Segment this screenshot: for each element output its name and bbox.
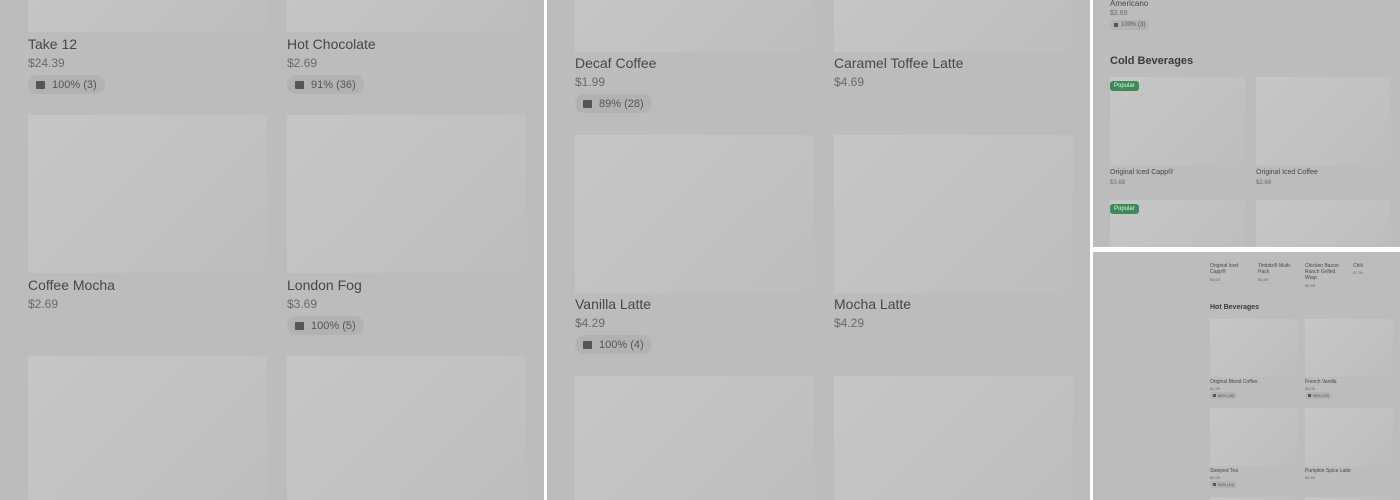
menu-item-image[interactable] [575, 135, 814, 293]
menu-item-price: $2.69 [1110, 10, 1128, 17]
menu-item-name: French Vanilla [1305, 379, 1337, 385]
menu-item-image[interactable] [1305, 319, 1393, 377]
menu-item-name: Original Blend Coffee [1210, 379, 1258, 385]
rating-text: 100% (3) [1121, 22, 1146, 28]
menu-item-name: Original Iced Coffee [1256, 169, 1318, 176]
menu-item-name: Original Iced Capp® [1110, 169, 1174, 176]
rating-text: 91% (36) [311, 78, 356, 91]
menu-item-image[interactable] [834, 376, 1073, 500]
menu-item-name: Hot Chocolate [287, 36, 376, 52]
rating-badge: 100% (4) [575, 335, 652, 354]
thumbs-up-icon [36, 80, 45, 89]
rating-text: 100% (3) [52, 78, 97, 91]
menu-item-image[interactable] [287, 356, 526, 500]
menu-item-price: $24.39 [28, 56, 65, 70]
menu-panel-1: Take 12 $24.39 100% (3) Hot Chocolate $2… [0, 0, 544, 500]
menu-panel-3: Americano $2.69 100% (3) Cold Beverages … [1093, 0, 1400, 247]
rating-badge: 88% (38) [1210, 392, 1238, 399]
menu-item-name: Chicken Bacon Ranch Grilled Wrap [1305, 263, 1339, 281]
menu-item-price: $2.09 [1210, 475, 1221, 480]
menu-item-image[interactable] [834, 135, 1073, 293]
menu-item-image[interactable] [28, 356, 267, 500]
menu-item-price: $3.09 [1305, 386, 1316, 391]
menu-item-image[interactable] [287, 115, 526, 273]
menu-item-price: $4.29 [575, 316, 606, 330]
menu-item-price: $5.59 [1305, 283, 1316, 288]
menu-item-name: Decaf Coffee [575, 55, 657, 71]
menu-item-price: $4.69 [834, 75, 865, 89]
menu-item-price: $2.69 [287, 56, 318, 70]
thumbs-up-icon [1213, 394, 1216, 397]
menu-item-name: Steeped Tea [1210, 468, 1238, 474]
menu-item-price: $3.69 [1110, 180, 1126, 186]
menu-item-image[interactable] [1256, 200, 1391, 247]
menu-item-image[interactable] [28, 0, 267, 32]
thumbs-up-icon [583, 99, 592, 108]
menu-item-name: Chili [1353, 263, 1363, 269]
thumbs-up-icon [1114, 23, 1118, 27]
thumbs-up-icon [295, 80, 304, 89]
rating-text: 90% (10) [1218, 482, 1235, 487]
menu-item-price: $1.99 [575, 75, 606, 89]
menu-item-name: Coffee Mocha [28, 277, 115, 293]
rating-badge: 88% (29) [1305, 392, 1333, 399]
menu-item-image[interactable] [834, 0, 1073, 52]
menu-item-image[interactable] [1210, 319, 1298, 377]
menu-item-name: Pumpkin Spice Latte [1305, 468, 1351, 474]
thumbs-up-icon [583, 340, 592, 349]
menu-item-name: Timbits® Multi-Pack [1258, 263, 1292, 275]
section-title: Hot Beverages [1210, 304, 1260, 311]
menu-item-name: Vanilla Latte [575, 296, 652, 312]
menu-item-image[interactable] [575, 376, 814, 500]
menu-item-image[interactable] [1210, 408, 1298, 466]
menu-item-name: Mocha Latte [834, 296, 912, 312]
rating-text: 89% (28) [599, 97, 644, 110]
menu-item-price: $3.69 [1258, 277, 1269, 282]
rating-badge: 90% (10) [1210, 481, 1238, 488]
thumbs-up-icon [295, 321, 304, 330]
menu-item-price: $1.99 [1210, 386, 1221, 391]
menu-item-price: $3.69 [1210, 277, 1221, 282]
thumbs-up-icon [1308, 394, 1311, 397]
menu-item-price: $2.69 [1256, 180, 1272, 186]
menu-item-name: Take 12 [28, 36, 78, 52]
rating-badge: 100% (5) [287, 316, 364, 335]
popular-badge: Popular [1110, 81, 1139, 91]
menu-item-price: $2.69 [28, 297, 59, 311]
menu-item-price: $4.69 [1305, 475, 1316, 480]
menu-panel-4: Original Iced Capp® $3.69 Timbits® Multi… [1093, 252, 1400, 500]
menu-item-name: Original Iced Capp® [1210, 263, 1239, 275]
menu-item-image[interactable] [575, 0, 814, 52]
menu-item-image[interactable] [1256, 77, 1391, 166]
menu-panel-2: Decaf Coffee $1.99 89% (28) Caramel Toff… [547, 0, 1090, 500]
section-title: Cold Beverages [1110, 55, 1194, 67]
menu-item-image[interactable] [1305, 408, 1393, 466]
rating-badge: 100% (3) [28, 75, 105, 94]
menu-item-image[interactable] [28, 115, 267, 273]
menu-item-name: Americano [1110, 0, 1149, 8]
rating-badge: 91% (36) [287, 75, 364, 94]
rating-text: 100% (4) [599, 338, 644, 351]
menu-item-name: London Fog [287, 277, 362, 293]
rating-text: 88% (38) [1218, 393, 1235, 398]
thumbs-up-icon [1213, 483, 1216, 486]
menu-item-price: $4.29 [834, 316, 865, 330]
rating-badge: 100% (3) [1110, 20, 1150, 30]
rating-text: 88% (29) [1313, 393, 1330, 398]
rating-text: 100% (5) [311, 319, 356, 332]
menu-item-name: Caramel Toffee Latte [834, 55, 964, 71]
menu-item-price: $7.39 [1353, 270, 1364, 275]
menu-item-price: $3.69 [287, 297, 318, 311]
popular-badge: Popular [1110, 204, 1139, 214]
menu-item-image[interactable] [287, 0, 526, 32]
rating-badge: 89% (28) [575, 94, 652, 113]
